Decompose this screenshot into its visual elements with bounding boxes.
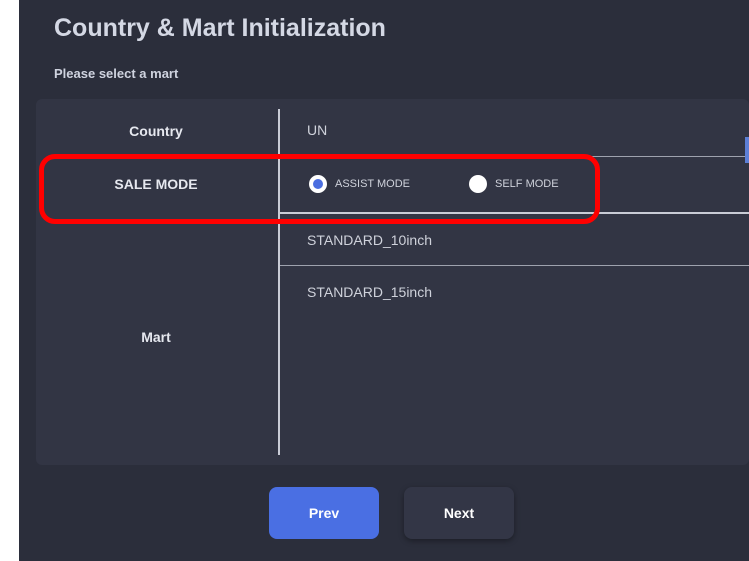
country-label: Country bbox=[129, 123, 183, 139]
prev-button[interactable]: Prev bbox=[269, 487, 379, 539]
mart-label: Mart bbox=[141, 329, 171, 345]
mart-item[interactable]: STANDARD_10inch bbox=[307, 232, 432, 248]
row-divider bbox=[280, 265, 749, 266]
next-button[interactable]: Next bbox=[404, 487, 514, 539]
page-title: Country & Mart Initialization bbox=[54, 14, 386, 42]
country-value[interactable]: UN bbox=[307, 122, 327, 138]
mart-item[interactable]: STANDARD_15inch bbox=[307, 284, 432, 300]
scroll-indicator bbox=[745, 137, 749, 163]
page-subtitle: Please select a mart bbox=[54, 66, 179, 81]
highlight-annotation bbox=[39, 154, 600, 224]
app-screen: Country & Mart Initialization Please sel… bbox=[19, 0, 749, 561]
